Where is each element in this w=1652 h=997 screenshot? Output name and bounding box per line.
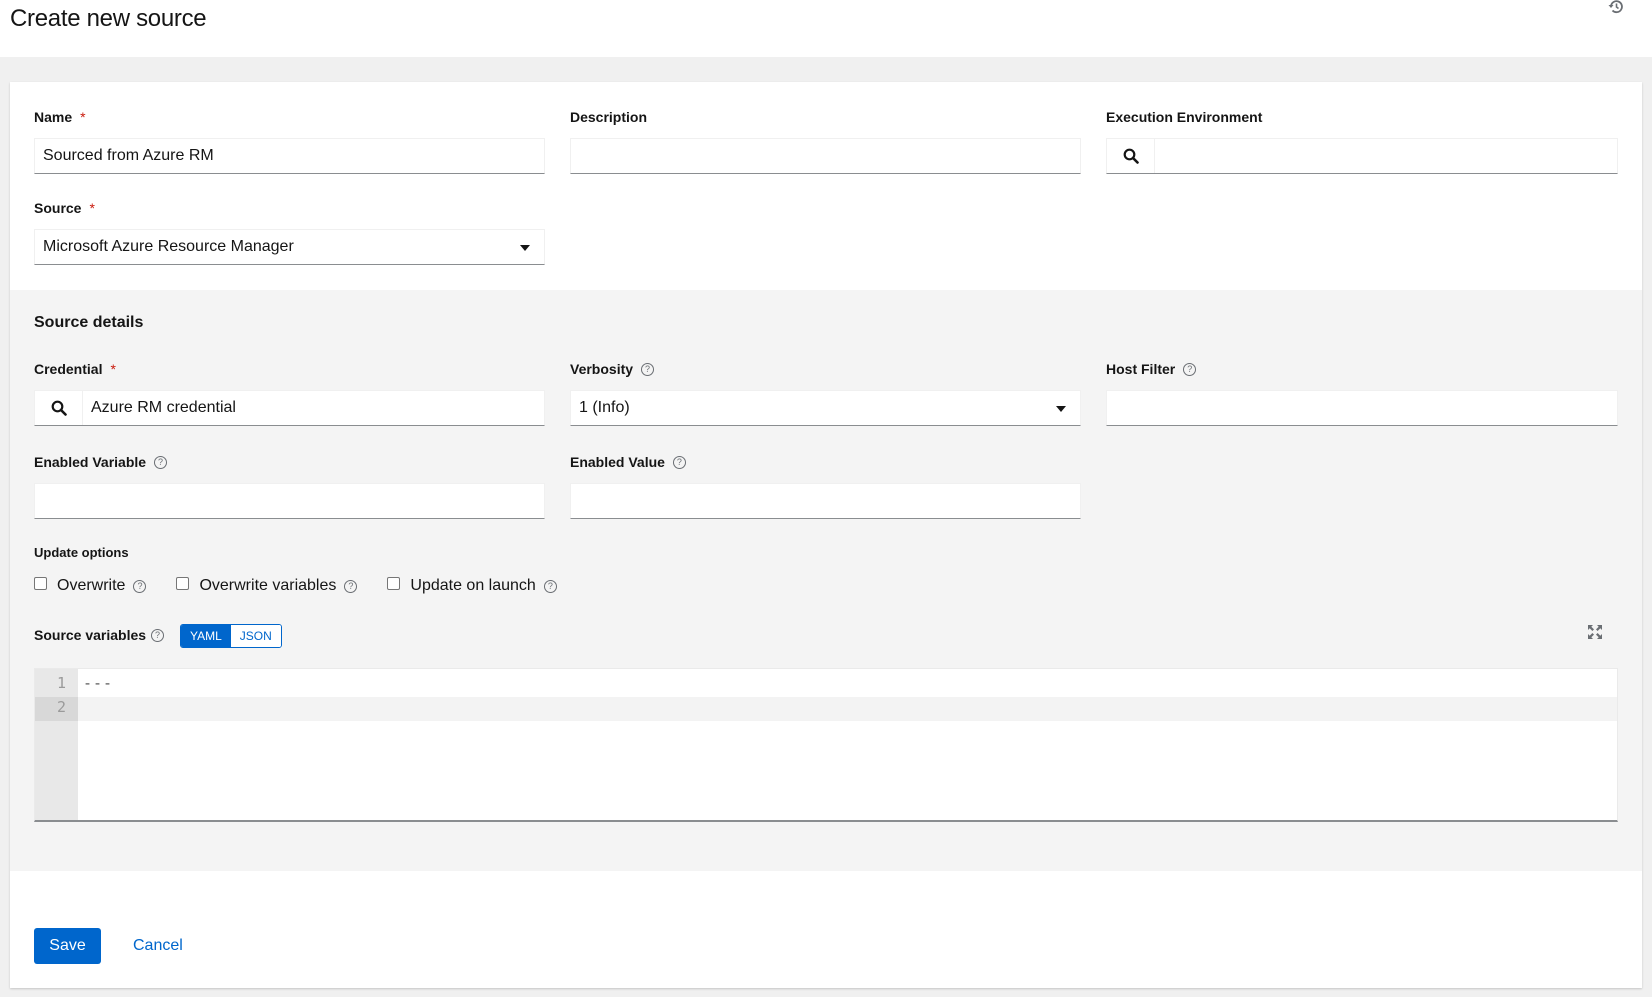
credential-label: Credential * (34, 361, 116, 377)
required-indicator: * (89, 200, 95, 216)
help-icon[interactable]: ? (1183, 362, 1197, 376)
line-number: 1 (56, 674, 66, 692)
verbosity-label-text: Verbosity (570, 361, 634, 377)
enabled-variable-input[interactable] (34, 483, 545, 519)
caret-down-icon (1056, 406, 1066, 412)
required-indicator: * (80, 109, 86, 125)
save-button[interactable]: Save (34, 928, 101, 964)
enabled-variable-field[interactable] (43, 484, 544, 518)
history-icon[interactable] (1608, 0, 1624, 14)
search-icon (51, 400, 67, 416)
help-icon[interactable]: ? (641, 362, 655, 376)
help-icon[interactable]: ? (154, 455, 168, 469)
source-details-section: Source details Credential * Verbosity ? … (10, 290, 1642, 871)
description-field[interactable] (579, 139, 1080, 173)
source-select-value: Microsoft Azure Resource Manager (43, 238, 294, 255)
json-toggle-button[interactable]: JSON (230, 625, 281, 647)
source-label: Source * (34, 200, 95, 216)
execution-environment-search-button[interactable] (1107, 139, 1155, 173)
source-variables-label-text: Source variables (34, 627, 147, 643)
description-label: Description (570, 109, 648, 125)
name-label-text: Name (34, 109, 73, 125)
credential-field[interactable] (83, 391, 544, 425)
help-icon[interactable]: ? (151, 628, 165, 642)
required-indicator: * (110, 361, 116, 377)
cancel-button[interactable]: Cancel (133, 928, 183, 964)
checkbox-label: Overwrite (57, 577, 126, 594)
enabled-variable-label-text: Enabled Variable (34, 454, 147, 470)
execution-environment-label: Execution Environment (1106, 109, 1263, 125)
host-filter-field[interactable] (1115, 391, 1617, 425)
update-options-group: Overwrite ? Overwrite variables ? Update… (34, 576, 587, 595)
enabled-value-field[interactable] (579, 484, 1080, 518)
enabled-value-label: Enabled Value ? (570, 454, 686, 470)
line-number: 2 (56, 698, 66, 716)
help-icon[interactable]: ? (543, 579, 557, 593)
credential-lookup[interactable] (34, 390, 545, 426)
source-label-text: Source (34, 200, 82, 216)
help-icon[interactable]: ? (344, 579, 358, 593)
yaml-json-toggle: YAML JSON (180, 624, 282, 648)
execution-environment-field[interactable] (1155, 139, 1617, 173)
source-variables-label: Source variables ? (34, 627, 165, 643)
yaml-toggle-button[interactable]: YAML (181, 625, 231, 647)
form-card: Name * Description Execution Environment… (10, 82, 1642, 988)
checkbox-box[interactable] (387, 576, 401, 590)
page-title: Create new source (10, 5, 207, 32)
checkbox-label: Overwrite variables (199, 577, 337, 594)
credential-search-button[interactable] (35, 391, 83, 425)
help-icon[interactable]: ? (672, 455, 686, 469)
execution-environment-lookup[interactable] (1106, 138, 1618, 174)
checkbox-box[interactable] (176, 576, 190, 590)
caret-down-icon (520, 245, 530, 251)
source-select[interactable]: Microsoft Azure Resource Manager (34, 229, 545, 265)
verbosity-label: Verbosity ? (570, 361, 655, 377)
description-input[interactable] (570, 138, 1081, 174)
enabled-value-label-text: Enabled Value (570, 454, 665, 470)
update-options-label: Update options (34, 545, 129, 560)
overwrite-checkbox[interactable]: Overwrite ? (34, 576, 147, 595)
code-line[interactable]: --- (83, 674, 113, 692)
help-icon[interactable]: ? (133, 579, 147, 593)
host-filter-label-text: Host Filter (1106, 361, 1176, 377)
page-header: Create new source (0, 0, 1652, 57)
expand-icon[interactable] (1587, 624, 1603, 640)
search-icon (1123, 148, 1139, 164)
checkbox-box[interactable] (34, 576, 47, 590)
enabled-variable-label: Enabled Variable ? (34, 454, 168, 470)
name-input[interactable] (34, 138, 545, 174)
credential-label-text: Credential (34, 361, 103, 377)
name-field[interactable] (43, 139, 544, 173)
host-filter-label: Host Filter ? (1106, 361, 1197, 377)
checkbox-label: Update on launch (410, 577, 536, 594)
name-label: Name * (34, 109, 86, 125)
enabled-value-input[interactable] (570, 483, 1081, 519)
update-on-launch-checkbox[interactable]: Update on launch ? (387, 576, 557, 595)
overwrite-variables-checkbox[interactable]: Overwrite variables ? (176, 576, 358, 595)
active-line-highlight (78, 697, 1617, 721)
section-title: Source details (34, 314, 144, 331)
host-filter-input[interactable] (1106, 390, 1618, 426)
verbosity-select-value: 1 (Info) (579, 399, 630, 416)
source-variables-editor[interactable]: 1 2 --- (34, 668, 1618, 822)
verbosity-select[interactable]: 1 (Info) (570, 390, 1081, 426)
